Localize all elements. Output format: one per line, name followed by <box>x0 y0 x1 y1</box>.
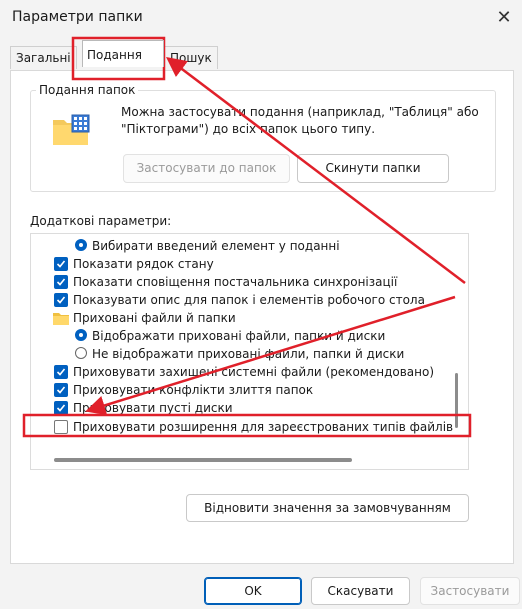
annotation-arrow <box>166 56 466 284</box>
highlight-box <box>22 413 472 438</box>
annotation-arrow <box>85 295 456 416</box>
annotation-overlay <box>22 36 472 438</box>
tab-view[interactable]: Подання <box>82 40 164 67</box>
